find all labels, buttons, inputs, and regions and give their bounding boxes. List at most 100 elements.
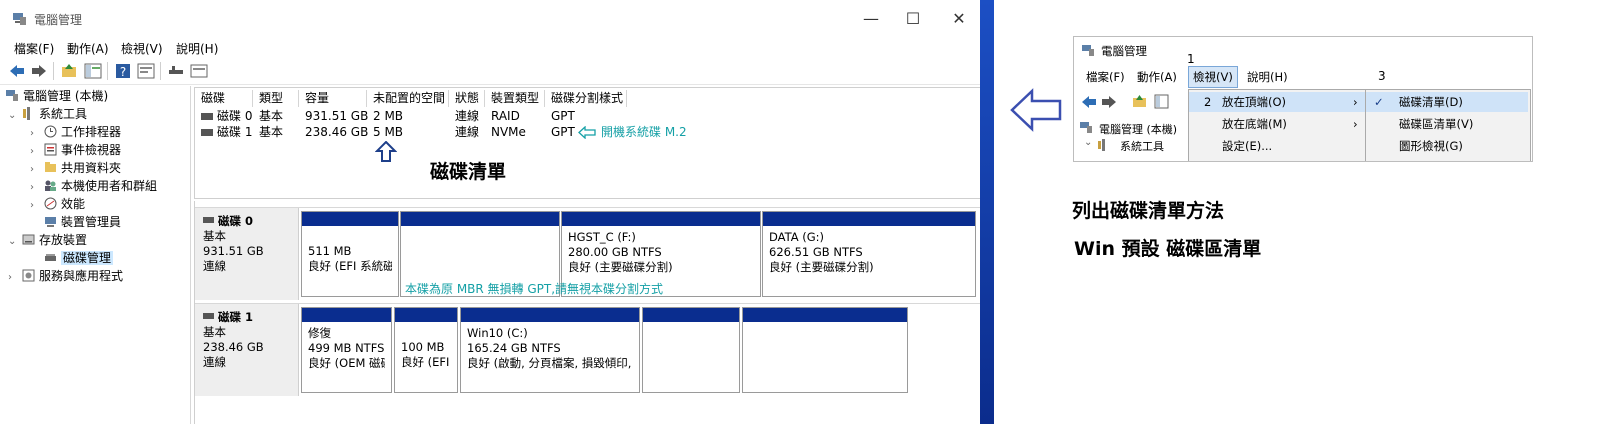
close-button[interactable]: ✕: [936, 6, 982, 32]
menu-item-settings[interactable]: 設定(E)...: [1189, 136, 1365, 156]
tree-item-disk-management[interactable]: 磁碟管理: [30, 250, 114, 267]
cell-capacity: 238.46 GB: [305, 125, 369, 139]
disk-drive-icon: [201, 113, 213, 120]
partition-status: 良好 (EFI 系: [401, 355, 451, 369]
mini-menu-view[interactable]: 檢視(V): [1188, 66, 1238, 88]
menu-help[interactable]: 說明(H): [176, 40, 218, 57]
disk-list-pane: 磁碟 類型 容量 未配置的空間 狀態 裝置類型 磁碟分割樣式 磁碟 0 基本 9…: [194, 87, 982, 199]
cell-type: 基本: [259, 109, 284, 123]
tree-item-device-manager[interactable]: 裝置管理員: [44, 214, 121, 231]
disk-drive-icon: [201, 129, 213, 136]
tools-icon: [1098, 139, 1105, 151]
tree-item-performance[interactable]: › 效能: [30, 196, 85, 213]
title-bar: 電腦管理 — ☐ ✕: [0, 0, 980, 38]
tree-item-task-scheduler[interactable]: › 工作排程器: [30, 124, 121, 141]
cell-partition-style: GPT: [551, 109, 575, 123]
tree-label: 事件檢視器: [61, 143, 122, 157]
mini-menu-help[interactable]: 說明(H): [1247, 69, 1288, 85]
chevron-right-icon[interactable]: ›: [30, 161, 44, 178]
column-header-type[interactable]: 類型: [253, 90, 299, 107]
partition[interactable]: DATA (G:) 626.51 GB NTFS 良好 (主要磁碟分割): [762, 211, 976, 297]
column-header-device-type[interactable]: 裝置類型: [485, 90, 545, 107]
partition[interactable]: Win10 (C:) 165.24 GB NTFS 良好 (啟動, 分頁檔案, 損毀…: [460, 307, 640, 393]
column-header-unallocated[interactable]: 未配置的空間: [367, 90, 449, 107]
desktop-wallpaper: [980, 0, 994, 424]
help-icon[interactable]: ?: [114, 62, 132, 80]
forward-arrow-icon[interactable]: [1101, 95, 1117, 109]
chevron-down-icon[interactable]: ⌄: [8, 233, 22, 250]
mini-menu-file[interactable]: 檔案(F): [1086, 69, 1125, 85]
menu-item-volume-list[interactable]: 磁碟區清單(V): [1366, 114, 1528, 134]
menu-bar: 檔案(F) 動作(A) 檢視(V) 說明(H): [0, 38, 980, 58]
menu-item-disk-list[interactable]: ✓ 磁碟清單(D): [1366, 92, 1528, 112]
step-3-marker: 3: [1378, 69, 1386, 83]
mini-menu-action[interactable]: 動作(A): [1137, 69, 1177, 85]
menu-action[interactable]: 動作(A): [67, 40, 109, 57]
partition[interactable]: 100 MB良好 (EFI 系: [394, 307, 458, 393]
method-title: 列出磁碟清單方法: [1072, 200, 1225, 222]
cell-disk: 磁碟 0: [217, 109, 253, 123]
up-folder-icon[interactable]: [1132, 94, 1147, 109]
show-hide-tree-icon[interactable]: [1154, 94, 1169, 109]
back-arrow-icon[interactable]: [1081, 95, 1097, 109]
mini-tree-system-tools[interactable]: 系統工具: [1120, 138, 1164, 154]
partition[interactable]: [642, 307, 740, 393]
partition[interactable]: [742, 307, 908, 393]
disk-row-0[interactable]: 磁碟 0 基本 931.51 GB 連線 511 MB 良好 (EFI 系統磁 H…: [195, 207, 981, 300]
chevron-right-icon[interactable]: ›: [30, 125, 44, 142]
tree-item-local-users[interactable]: › 本機使用者和群組: [30, 178, 157, 195]
disk-row-1[interactable]: 磁碟 1 基本 238.46 GB 連線 修復 499 MB NTFS 良好 (OE…: [195, 303, 981, 396]
computer-management-window: 電腦管理 — ☐ ✕ 檔案(F) 動作(A) 檢視(V) 說明(H) ? 電腦管…: [0, 0, 994, 424]
column-header-partition-style[interactable]: 磁碟分割樣式: [545, 90, 627, 107]
users-icon: [45, 180, 56, 191]
computer-management-icon: [13, 13, 26, 25]
column-header-disk[interactable]: 磁碟: [195, 90, 253, 107]
back-arrow-icon[interactable]: [8, 62, 26, 80]
up-folder-icon[interactable]: [60, 62, 78, 80]
chevron-right-icon[interactable]: ›: [30, 197, 44, 214]
console-icon[interactable]: [190, 62, 208, 80]
toolbar-separator: [53, 62, 54, 80]
partition[interactable]: 511 MB 良好 (EFI 系統磁: [301, 211, 399, 297]
properties-icon[interactable]: [137, 62, 155, 80]
chevron-down-icon[interactable]: ⌄: [8, 107, 22, 124]
tree-label: 工作排程器: [61, 125, 122, 139]
disk-status: 連線: [203, 355, 226, 369]
tree-item-root[interactable]: 電腦管理 (本機): [6, 88, 108, 105]
menu-item-label: 磁碟清單(D): [1399, 95, 1463, 109]
step-2-marker: 2: [1204, 95, 1212, 109]
menu-item-label: 放在底端(M): [1222, 117, 1287, 131]
mini-tree-root[interactable]: 電腦管理 (本機): [1099, 121, 1177, 137]
tree-item-system-tools[interactable]: ⌄ 系統工具: [8, 106, 87, 123]
column-header-capacity[interactable]: 容量: [299, 90, 367, 107]
chevron-right-icon[interactable]: ›: [30, 143, 44, 160]
minimize-button[interactable]: —: [848, 6, 894, 32]
menu-item-top[interactable]: 2 放在頂端(O) ›: [1189, 92, 1365, 112]
menu-file[interactable]: 檔案(F): [14, 40, 54, 57]
view-submenu: ✓ 磁碟清單(D) 磁碟區清單(V) 圖形檢視(G): [1365, 89, 1531, 161]
tree-item-shared-folders[interactable]: › 共用資料夾: [30, 160, 121, 177]
disk-info: 磁碟 0 基本 931.51 GB 連線: [195, 208, 299, 300]
maximize-button[interactable]: ☐: [890, 6, 936, 32]
partition-size: 165.24 GB NTFS: [467, 341, 561, 355]
chevron-right-icon[interactable]: ›: [8, 269, 22, 286]
partition-title: Win10 (C:): [467, 326, 528, 340]
view-menu-screenshot: 電腦管理 1 檔案(F) 動作(A) 檢視(V) 說明(H) 3 電腦管理 (本…: [1073, 36, 1533, 162]
connect-icon[interactable]: [167, 62, 185, 80]
menu-item-bottom[interactable]: 放在底端(M) ›: [1189, 114, 1365, 134]
menu-view[interactable]: 檢視(V): [121, 40, 163, 57]
show-hide-tree-icon[interactable]: [84, 62, 102, 80]
menu-item-label: 圖形檢視(G): [1399, 139, 1463, 153]
tree-item-event-viewer[interactable]: › 事件檢視器: [30, 142, 121, 159]
tree-item-storage[interactable]: ⌄ 存放裝置: [8, 232, 87, 249]
partition[interactable]: 修復 499 MB NTFS 良好 (OEM 磁碟: [301, 307, 392, 393]
column-header-status[interactable]: 狀態: [449, 90, 485, 107]
menu-item-graphical-view[interactable]: 圖形檢視(G): [1366, 136, 1528, 156]
partition-size: 511 MB: [308, 244, 352, 258]
arrow-up-icon: [375, 141, 397, 162]
partition-title: 修復: [308, 326, 331, 340]
chevron-down-icon[interactable]: ⌄: [1084, 137, 1092, 148]
chevron-right-icon[interactable]: ›: [30, 179, 44, 196]
tree-item-services[interactable]: › 服務與應用程式: [8, 268, 123, 285]
forward-arrow-icon[interactable]: [30, 62, 48, 80]
